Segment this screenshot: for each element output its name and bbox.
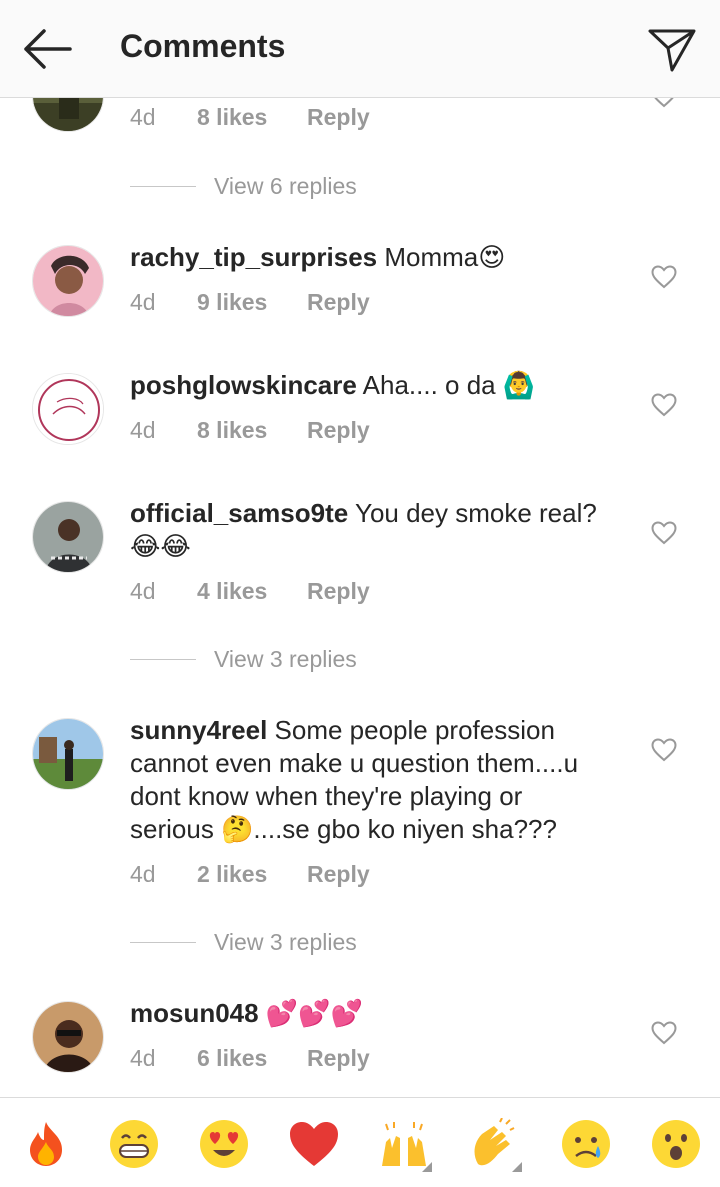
comment-time: 4d (130, 417, 156, 443)
comment-meta: 4d 2 likes Reply (130, 861, 370, 888)
paper-plane-icon[interactable] (644, 24, 700, 74)
comment-time: 4d (130, 104, 156, 130)
comment-text-line: cannot even make u question them....u (130, 748, 579, 778)
comment-time: 4d (130, 861, 156, 887)
reply-button[interactable]: Reply (307, 861, 370, 888)
avatar[interactable] (32, 501, 104, 573)
avatar[interactable] (32, 1001, 104, 1073)
raising-hands-emoji-button[interactable] (378, 1118, 432, 1172)
comments-feed[interactable]: 4d 8 likes Reply View 6 replies rachy_ti… (0, 0, 720, 1097)
fire-emoji-button[interactable] (20, 1118, 72, 1170)
comment-text-line: serious 🤔....se gbo ko niyen sha??? (130, 814, 557, 844)
top-bar: Comments (0, 0, 720, 98)
comment-username[interactable]: official_samso9te (130, 498, 348, 528)
reply-button[interactable]: Reply (307, 417, 370, 444)
comment-time: 4d (130, 1045, 156, 1071)
arrow-left-icon[interactable] (20, 26, 76, 72)
heart-eyes-emoji-button[interactable] (198, 1118, 250, 1170)
comment-body: official_samso9te You dey smoke real? 😂😂 (130, 497, 630, 563)
comment-likes[interactable]: 8 likes (197, 104, 307, 131)
emoji-quick-bar (0, 1097, 720, 1187)
view-replies-button[interactable]: View 3 replies (130, 644, 357, 674)
comment-meta: 4d 9 likes Reply (130, 289, 370, 316)
crying-emoji-button[interactable] (560, 1118, 612, 1170)
red-heart-emoji-button[interactable] (288, 1118, 340, 1170)
comment-text-line: dont know when they're playing or (130, 781, 523, 811)
comment-text: Some people profession (274, 715, 555, 745)
skin-tone-indicator (422, 1162, 432, 1172)
page-title: Comments (120, 28, 286, 64)
view-replies-label: View 3 replies (214, 928, 357, 955)
reply-button[interactable]: Reply (307, 1045, 370, 1072)
comment-time: 4d (130, 578, 156, 604)
comment-text: 💕💕💕 (265, 998, 363, 1028)
view-replies-label: View 3 replies (214, 645, 357, 672)
view-replies-button[interactable]: View 3 replies (130, 927, 357, 957)
comment-likes[interactable]: 8 likes (197, 417, 307, 444)
reply-button[interactable]: Reply (307, 104, 370, 131)
comment-likes[interactable]: 2 likes (197, 861, 307, 888)
comment-username[interactable]: sunny4reel (130, 715, 267, 745)
avatar[interactable] (32, 373, 104, 445)
divider (130, 941, 196, 943)
heart-outline-icon[interactable] (651, 1021, 677, 1045)
comment-likes[interactable]: 4 likes (197, 578, 307, 605)
comment-body: sunny4reel Some people profession cannot… (130, 714, 630, 846)
view-replies-button[interactable]: View 6 replies (130, 171, 357, 201)
reply-button[interactable]: Reply (307, 578, 370, 605)
comment-text-line: 😂😂 (130, 531, 191, 561)
clapping-hands-emoji-button[interactable] (468, 1117, 522, 1172)
divider (130, 185, 196, 187)
comment-meta: 4d 4 likes Reply (130, 578, 370, 605)
comment-meta: 4d 8 likes Reply (130, 417, 370, 444)
comment-body: poshglowskincare Aha.... o da 🙆‍♂️ (130, 369, 630, 402)
avatar[interactable] (32, 718, 104, 790)
comment-likes[interactable]: 6 likes (197, 1045, 307, 1072)
comment-likes[interactable]: 9 likes (197, 289, 307, 316)
comment-body: rachy_tip_surprises Momma😍 (130, 241, 630, 274)
divider (130, 658, 196, 660)
comment-text: Aha.... o da 🙆‍♂️ (362, 370, 536, 400)
comment-text: You dey smoke real? (354, 498, 597, 528)
comment-body: mosun048 💕💕💕 (130, 997, 630, 1030)
comment-text: Momma😍 (384, 242, 506, 272)
grin-emoji-button[interactable] (108, 1118, 160, 1170)
surprised-emoji-button[interactable] (650, 1118, 702, 1170)
avatar[interactable] (32, 245, 104, 317)
heart-outline-icon[interactable] (651, 738, 677, 762)
heart-outline-icon[interactable] (651, 393, 677, 417)
comment-username[interactable]: rachy_tip_surprises (130, 242, 377, 272)
heart-outline-icon[interactable] (651, 521, 677, 545)
reply-button[interactable]: Reply (307, 289, 370, 316)
comment-username[interactable]: mosun048 (130, 998, 259, 1028)
comment-time: 4d (130, 289, 156, 315)
skin-tone-indicator (512, 1162, 522, 1172)
comment-meta: 4d 8 likes Reply (130, 104, 370, 131)
comment-meta: 4d 6 likes Reply (130, 1045, 370, 1072)
view-replies-label: View 6 replies (214, 172, 357, 199)
comment-username[interactable]: poshglowskincare (130, 370, 357, 400)
heart-outline-icon[interactable] (651, 265, 677, 289)
